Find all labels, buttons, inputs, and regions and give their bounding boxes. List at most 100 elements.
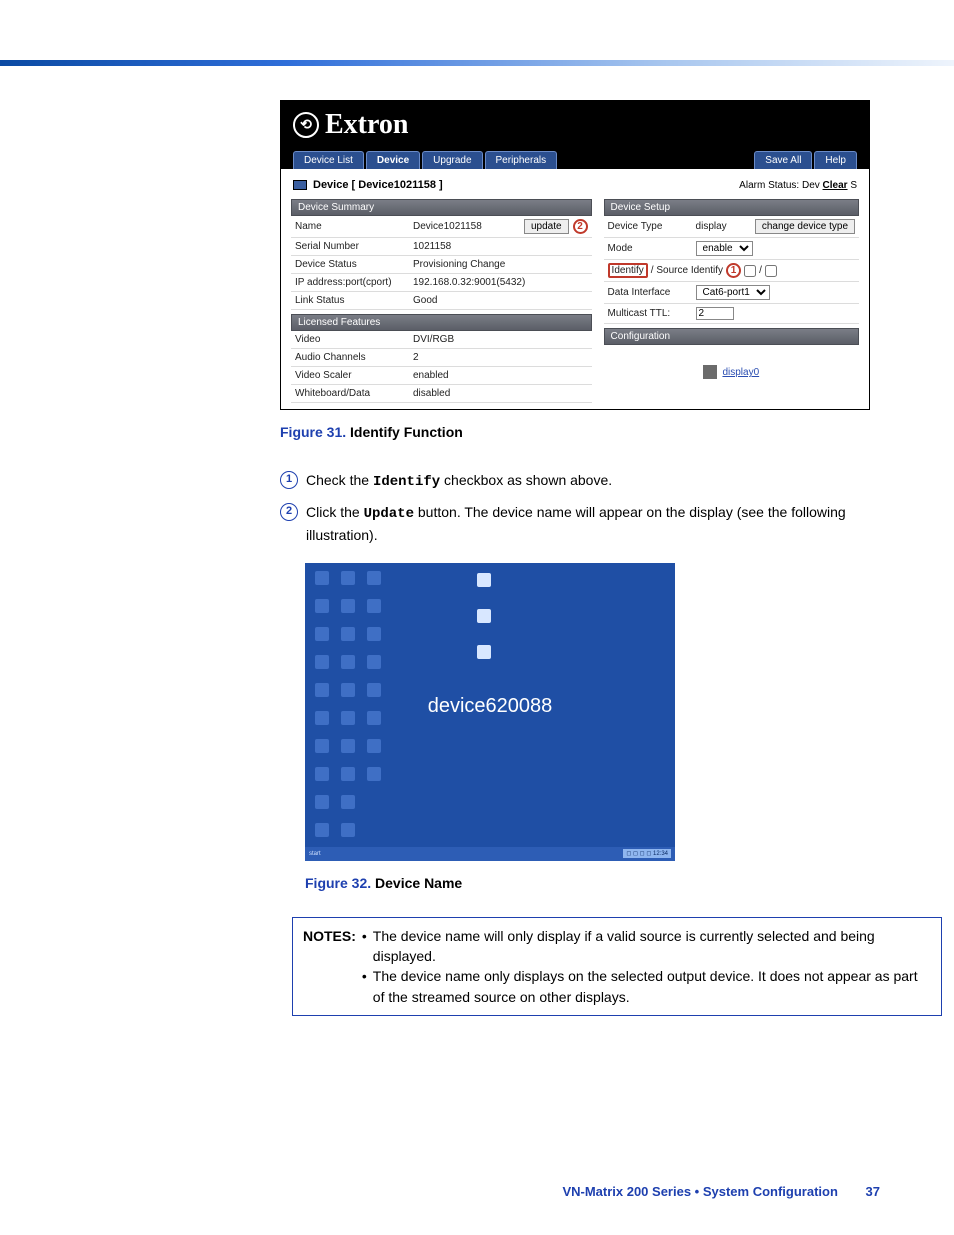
desktop-screenshot: device620088 start ◻ ◻ ◻ ◻ 12:34 <box>305 563 675 861</box>
step-2-b: Update <box>364 506 414 522</box>
figure-32-number: Figure 32. <box>305 875 371 891</box>
lic-video-v: DVI/RGB <box>413 334 588 345</box>
setup-type-k: Device Type <box>608 221 696 232</box>
device-header: Device [ Device1021158 ] <box>313 179 443 191</box>
alarm-prefix: Alarm Status: Dev <box>739 180 822 191</box>
step-2-text: Click the Update button. The device name… <box>306 502 894 545</box>
lic-audio-k: Audio Channels <box>295 352 413 363</box>
help-button[interactable]: Help <box>814 151 857 169</box>
lic-wb-v: disabled <box>413 388 588 399</box>
lic-wb-k: Whiteboard/Data <box>295 388 413 399</box>
alarm-suffix: S <box>848 180 857 191</box>
summary-name-v: Device1021158 <box>413 221 524 232</box>
figure-31-title: Identify Function <box>346 424 463 440</box>
device-icon <box>293 180 307 190</box>
taskbar: start ◻ ◻ ◻ ◻ 12:34 <box>305 847 675 861</box>
summary-serial-v: 1021158 <box>413 241 588 252</box>
desktop-icon <box>367 739 381 753</box>
desktop-icon <box>367 655 381 669</box>
system-tray: ◻ ◻ ◻ ◻ 12:34 <box>623 849 671 858</box>
tab-device[interactable]: Device <box>366 151 420 169</box>
callout-2: 2 <box>573 219 588 234</box>
desktop-icon <box>341 795 355 809</box>
step-1-text: Check the Identify checkbox as shown abo… <box>306 470 612 492</box>
step-1-c: checkbox as shown above. <box>440 472 612 488</box>
desktop-mid-icon <box>477 609 491 623</box>
configuration-header: Configuration <box>604 328 859 345</box>
display0-link[interactable]: display0 <box>722 367 759 378</box>
desktop-mid-icon <box>477 645 491 659</box>
tab-peripherals[interactable]: Peripherals <box>485 151 558 169</box>
device-name-overlay: device620088 <box>305 695 675 718</box>
lic-video-k: Video <box>295 334 413 345</box>
desktop-icon <box>315 767 329 781</box>
figure-31-caption: Figure 31. Identify Function <box>280 424 894 440</box>
main-tabs: Device List Device Upgrade Peripherals <box>293 151 557 169</box>
desktop-icon <box>315 571 329 585</box>
extron-logo: ⟲ Extron <box>293 109 857 151</box>
setup-type-v: display <box>696 221 755 232</box>
summary-link-k: Link Status <box>295 295 413 306</box>
desktop-mid-icon <box>477 573 491 587</box>
notes-label: NOTES: <box>303 926 356 1007</box>
licensed-features-header: Licensed Features <box>291 314 592 331</box>
desktop-icon <box>315 599 329 613</box>
mode-select[interactable]: enable <box>696 241 753 256</box>
summary-status-k: Device Status <box>295 259 413 270</box>
desktop-icon <box>367 627 381 641</box>
tab-device-list[interactable]: Device List <box>293 151 364 169</box>
desktop-icon <box>341 655 355 669</box>
device-summary-header: Device Summary <box>291 199 592 216</box>
desktop-icon <box>341 823 355 837</box>
step-1-b: Identify <box>373 474 440 490</box>
desktop-icon <box>367 599 381 613</box>
display-icon <box>703 365 717 379</box>
desktop-icon <box>315 823 329 837</box>
summary-link-v: Good <box>413 295 588 306</box>
page-number: 37 <box>866 1184 880 1199</box>
extron-brand-text: Extron <box>325 109 409 141</box>
step-1-a: Check the <box>306 472 373 488</box>
desktop-icon <box>315 655 329 669</box>
identify-checkbox[interactable] <box>744 265 756 277</box>
multicast-ttl-input[interactable] <box>696 307 734 320</box>
page-accent-bar <box>0 60 954 66</box>
device-setup-header: Device Setup <box>604 199 859 216</box>
desktop-icon <box>367 767 381 781</box>
desktop-icon <box>315 795 329 809</box>
lic-audio-v: 2 <box>413 352 588 363</box>
desktop-icon <box>315 739 329 753</box>
alarm-status: Alarm Status: Dev Clear S <box>739 180 857 191</box>
desktop-icon <box>341 739 355 753</box>
summary-serial-k: Serial Number <box>295 241 413 252</box>
identify-label: Identify <box>608 263 648 278</box>
change-device-type-button[interactable]: change device type <box>755 219 855 234</box>
alarm-clear-link[interactable]: Clear <box>823 180 848 191</box>
data-interface-select[interactable]: Cat6-port1 <box>696 285 770 300</box>
figure-31-number: Figure 31. <box>280 424 346 440</box>
lic-scaler-k: Video Scaler <box>295 370 413 381</box>
step-2-marker: 2 <box>280 503 298 521</box>
page-footer: VN-Matrix 200 Series • System Configurat… <box>0 1184 954 1199</box>
setup-mode-k: Mode <box>608 243 696 254</box>
summary-status-v: Provisioning Change <box>413 259 588 270</box>
desktop-icon <box>367 571 381 585</box>
update-button[interactable]: update <box>524 219 569 234</box>
desktop-icon <box>341 767 355 781</box>
tab-upgrade[interactable]: Upgrade <box>422 151 482 169</box>
note-2: The device name only displays on the sel… <box>373 966 931 1007</box>
step-2-a: Click the <box>306 504 364 520</box>
extron-logo-icon: ⟲ <box>293 112 319 138</box>
desktop-icon <box>341 571 355 585</box>
setup-iface-k: Data Interface <box>608 287 696 298</box>
summary-ip-v: 192.168.0.32:9001(5432) <box>413 277 588 288</box>
callout-1: 1 <box>726 263 741 278</box>
step-1-marker: 1 <box>280 471 298 489</box>
desktop-icon <box>341 599 355 613</box>
checkbox-separator: / <box>759 265 762 276</box>
save-all-button[interactable]: Save All <box>754 151 812 169</box>
note-1: The device name will only display if a v… <box>373 926 931 967</box>
summary-ip-k: IP address:port(cport) <box>295 277 413 288</box>
source-identify-label: / Source Identify <box>651 265 723 276</box>
source-identify-checkbox[interactable] <box>765 265 777 277</box>
